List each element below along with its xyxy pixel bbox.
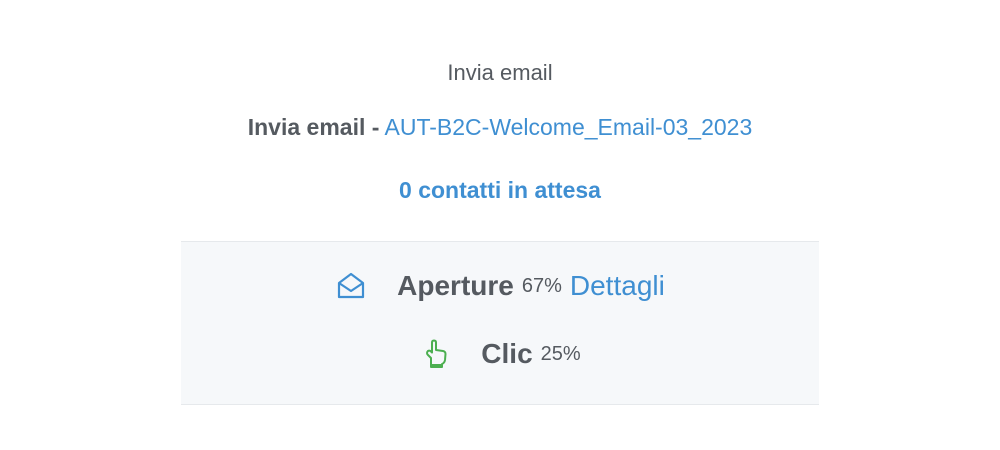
- clicks-stat-row: Clic 25%: [181, 338, 819, 370]
- node-type-label: Invia email: [447, 60, 553, 85]
- pointer-hand-icon: [419, 338, 451, 370]
- clicks-value: 25%: [540, 342, 581, 365]
- email-node-card: Invia email Invia email - AUT-B2C-Welcom…: [0, 0, 1000, 450]
- pending-contacts-link[interactable]: 0 contatti in attesa: [0, 177, 1000, 204]
- node-title-prefix: Invia email -: [247, 114, 380, 140]
- opens-stat-row: Aperture 67% Dettagli: [181, 270, 819, 302]
- opens-details-link[interactable]: Dettagli: [570, 270, 665, 302]
- clicks-label: Clic: [481, 338, 533, 369]
- envelope-open-icon: [335, 270, 367, 302]
- opens-label: Aperture: [397, 270, 514, 301]
- stats-panel: Aperture 67% Dettagli Clic 25%: [181, 241, 819, 405]
- email-template-link[interactable]: AUT-B2C-Welcome_Email-03_2023: [385, 114, 753, 140]
- node-title: Invia email - AUT-B2C-Welcome_Email-03_2…: [0, 114, 1000, 141]
- opens-value: 67%: [521, 274, 562, 297]
